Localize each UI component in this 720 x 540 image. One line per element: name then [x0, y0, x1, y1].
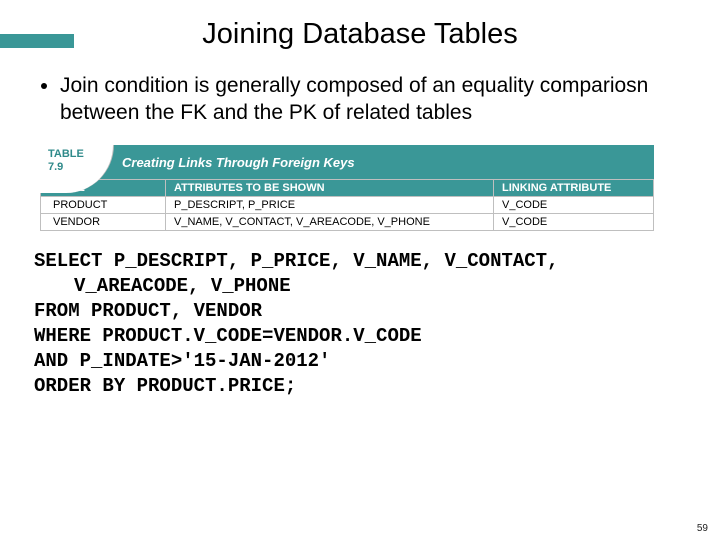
table-grid: TABLE ATTRIBUTES TO BE SHOWN LINKING ATT… — [40, 179, 654, 231]
sql-block: SELECT P_DESCRIPT, P_PRICE, V_NAME, V_CO… — [34, 249, 686, 399]
table-tab-number: 7.9 — [48, 161, 63, 173]
table-cell: PRODUCT — [41, 197, 166, 214]
table-header-bar: TABLE 7.9 Creating Links Through Foreign… — [40, 145, 654, 179]
sql-line: AND P_INDATE>'15-JAN-2012' — [34, 349, 686, 374]
table-cell: V_CODE — [494, 197, 654, 214]
sql-line: ORDER BY PRODUCT.PRICE; — [34, 374, 686, 399]
sql-line: FROM PRODUCT, VENDOR — [34, 299, 686, 324]
slide-title: Joining Database Tables — [34, 18, 686, 51]
sql-line: WHERE PRODUCT.V_CODE=VENDOR.V_CODE — [34, 324, 686, 349]
table-caption: Creating Links Through Foreign Keys — [122, 155, 355, 170]
table-7-9: TABLE 7.9 Creating Links Through Foreign… — [40, 145, 654, 231]
bullet-list: Join condition is generally composed of … — [34, 73, 686, 127]
col-header-attrs: ATTRIBUTES TO BE SHOWN — [166, 180, 494, 197]
table-cell: V_NAME, V_CONTACT, V_AREACODE, V_PHONE — [166, 214, 494, 231]
col-header-link: LINKING ATTRIBUTE — [494, 180, 654, 197]
page-number: 59 — [697, 523, 708, 534]
sql-line: SELECT P_DESCRIPT, P_PRICE, V_NAME, V_CO… — [34, 249, 686, 274]
bullet-item: Join condition is generally composed of … — [60, 73, 686, 127]
table-cell: V_CODE — [494, 214, 654, 231]
table-cell: VENDOR — [41, 214, 166, 231]
sql-line: V_AREACODE, V_PHONE — [34, 274, 686, 299]
table-cell: P_DESCRIPT, P_PRICE — [166, 197, 494, 214]
table-tab-label: TABLE — [48, 148, 84, 160]
